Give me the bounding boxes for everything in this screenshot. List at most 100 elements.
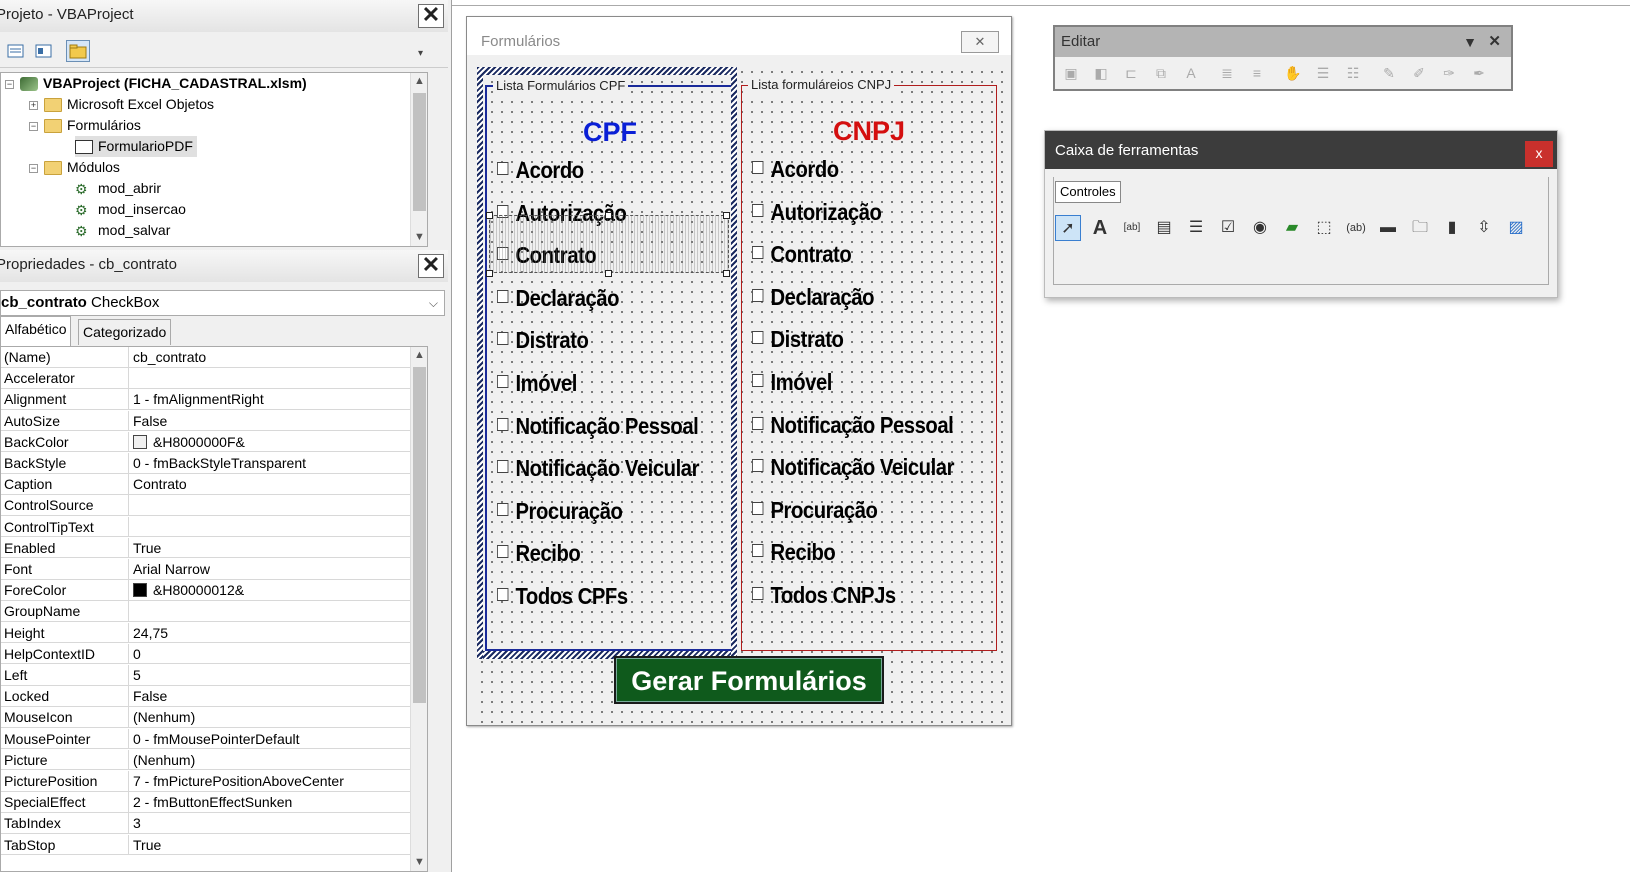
scroll-down-icon[interactable]: ▼ <box>411 229 427 246</box>
comment-icon[interactable]: ✎ <box>1379 63 1399 83</box>
property-value[interactable]: False <box>128 410 410 431</box>
property-row[interactable]: Picture (Nenhum) <box>1 749 413 771</box>
property-value[interactable]: 5 <box>128 665 410 685</box>
group-icon[interactable]: ⧉ <box>1151 63 1171 83</box>
property-row[interactable]: MousePointer 0 - fmMousePointerDefault <box>1 728 413 750</box>
property-row[interactable]: Alignment 1 - fmAlignmentRight <box>1 389 413 410</box>
scroll-thumb[interactable] <box>413 367 426 703</box>
resize-handle[interactable] <box>723 212 730 219</box>
toolbox-title-bar[interactable]: Caixa de ferramentas x <box>1045 131 1557 169</box>
property-value[interactable]: 3 <box>128 813 410 834</box>
property-row[interactable]: Caption Contrato <box>1 474 413 495</box>
property-value[interactable]: False <box>128 686 410 707</box>
property-value[interactable]: True <box>128 834 410 855</box>
property-value[interactable]: &H8000000F& <box>128 431 410 452</box>
checkbox-cnpj-5[interactable]: Imóvel <box>752 367 832 397</box>
property-value[interactable]: 2 - fmButtonEffectSunken <box>128 792 410 813</box>
uncomment-icon[interactable]: ✐ <box>1409 63 1429 83</box>
checkbox-box[interactable] <box>497 332 509 346</box>
property-row[interactable]: ControlTipText <box>1 516 413 538</box>
clear-bookmarks-icon[interactable]: ✒ <box>1469 63 1489 83</box>
checkbox-cnpj-9[interactable]: Recibo <box>752 537 836 567</box>
frame-cnpj[interactable]: Lista formuláreios CNPJ CNPJ Acordo Autor… <box>741 76 997 651</box>
property-value[interactable] <box>128 368 410 389</box>
resize-handle[interactable] <box>486 212 493 219</box>
frame-tool-icon[interactable]: ⬚ <box>1311 215 1337 241</box>
list-icon[interactable]: ☰ <box>1313 63 1333 83</box>
checkbox-box[interactable] <box>752 544 764 558</box>
property-row[interactable]: GroupName <box>1 601 413 622</box>
checkbox-box[interactable] <box>497 502 509 516</box>
textbox-tool-icon[interactable]: [ab] <box>1119 215 1145 241</box>
send-to-back-icon[interactable]: ◧ <box>1091 63 1111 83</box>
checkbox-box[interactable] <box>752 331 764 345</box>
property-value[interactable]: 24,75 <box>128 622 410 643</box>
object-selector[interactable]: cb_contrato CheckBox ⌵ <box>0 290 445 316</box>
property-value[interactable]: Arial Narrow <box>128 559 410 579</box>
combobox-tool-icon[interactable]: ▤ <box>1151 215 1177 241</box>
listbox-tool-icon[interactable]: ☰ <box>1183 215 1209 241</box>
form-title-bar[interactable]: Formulários ✕ <box>467 17 1011 55</box>
tab-categorizado[interactable]: Categorizado <box>78 319 172 345</box>
property-row[interactable]: Height 24,75 <box>1 622 413 644</box>
hand-icon[interactable]: ✋ <box>1283 63 1303 83</box>
tab-controles[interactable]: Controles <box>1055 181 1121 203</box>
outdent-icon[interactable]: ≡ <box>1247 63 1267 83</box>
property-value[interactable]: 0 <box>128 643 410 664</box>
togglebutton-tool-icon[interactable]: ▰ <box>1279 215 1305 241</box>
checkbox-box[interactable] <box>497 417 509 431</box>
property-value[interactable]: 1 - fmAlignmentRight <box>128 389 410 410</box>
image-tool-icon[interactable]: ▨ <box>1503 215 1529 241</box>
checkbox-box[interactable] <box>497 162 509 175</box>
property-value[interactable]: 0 - fmBackStyleTransparent <box>128 453 410 473</box>
tree-item-vbaproject[interactable]: − VBAProject (FICHA_CADASTRAL.xlsm) <box>5 73 307 94</box>
toolbar-overflow-icon[interactable]: ▾ <box>418 48 430 66</box>
size-icon[interactable]: A <box>1181 63 1201 83</box>
frame-cpf[interactable]: Lista Formulários CPF CPF Acordo Autoriza… <box>485 77 735 651</box>
form-canvas[interactable]: Lista Formulários CPF CPF Acordo Autoriza… <box>477 67 1003 725</box>
property-value[interactable]: (Nenhum) <box>128 707 410 728</box>
property-value[interactable]: 7 - fmPicturePositionAboveCenter <box>128 771 410 791</box>
checkbox-box[interactable] <box>497 588 509 601</box>
property-row[interactable]: BackColor &H8000000F& <box>1 431 413 453</box>
select-objects-icon[interactable]: ➚ <box>1055 215 1081 241</box>
label-tool-icon[interactable]: A <box>1087 215 1113 241</box>
tab-alfabetico[interactable]: Alfabético <box>0 316 72 346</box>
checkbox-box[interactable] <box>752 416 764 430</box>
toggle-folders-icon[interactable] <box>66 40 90 62</box>
checkbox-tool-icon[interactable]: ☑ <box>1215 215 1241 241</box>
property-row[interactable]: SpecialEffect 2 - fmButtonEffectSunken <box>1 792 413 813</box>
chevron-down-icon[interactable]: ⌵ <box>429 291 438 315</box>
property-value[interactable] <box>128 601 410 622</box>
multipage-tool-icon[interactable]: 🗀 <box>1407 215 1433 241</box>
property-value[interactable]: 0 - fmMousePointerDefault <box>128 728 410 749</box>
property-row[interactable]: Enabled True <box>1 537 413 559</box>
checkbox-cnpj-8[interactable]: Procuração <box>752 495 878 525</box>
indent-icon[interactable]: ≣ <box>1217 63 1237 83</box>
property-row[interactable]: TabStop True <box>1 834 413 856</box>
scroll-up-icon[interactable]: ▲ <box>411 347 427 364</box>
tree-item-modulos[interactable]: − Módulos <box>29 157 120 178</box>
checkbox-box[interactable] <box>497 460 509 474</box>
checkbox-box[interactable] <box>752 161 764 174</box>
property-value[interactable] <box>128 516 410 537</box>
tree-item-mod-abrir[interactable]: ⚙ mod_abrir <box>75 178 161 199</box>
property-value[interactable]: Contrato <box>128 474 410 495</box>
property-value[interactable]: cb_contrato <box>128 347 410 367</box>
scrollbar-tool-icon[interactable]: ▮ <box>1439 215 1465 241</box>
close-icon[interactable]: ✕ <box>1488 27 1501 57</box>
spinbutton-tool-icon[interactable]: ⇳ <box>1471 215 1497 241</box>
tree-item-excel-objects[interactable]: + Microsoft Excel Objetos <box>29 94 214 115</box>
property-row[interactable]: MouseIcon (Nenhum) <box>1 707 413 728</box>
checkbox-cnpj-0[interactable]: Acordo <box>752 154 839 184</box>
checkbox-cpf-7[interactable]: Notificação Veicular <box>497 453 699 483</box>
property-value[interactable]: True <box>128 537 410 558</box>
resize-handle[interactable] <box>486 270 493 277</box>
property-row[interactable]: PicturePosition 7 - fmPicturePositionAbov… <box>1 771 413 792</box>
checkbox-box[interactable] <box>752 374 764 387</box>
view-object-icon[interactable] <box>32 40 56 62</box>
close-icon[interactable]: ✕ <box>961 31 999 53</box>
tree-item-mod-salvar[interactable]: ⚙ mod_salvar <box>75 220 170 241</box>
checkbox-cnpj-4[interactable]: Distrato <box>752 324 844 354</box>
close-icon[interactable]: ✕ <box>418 4 444 28</box>
